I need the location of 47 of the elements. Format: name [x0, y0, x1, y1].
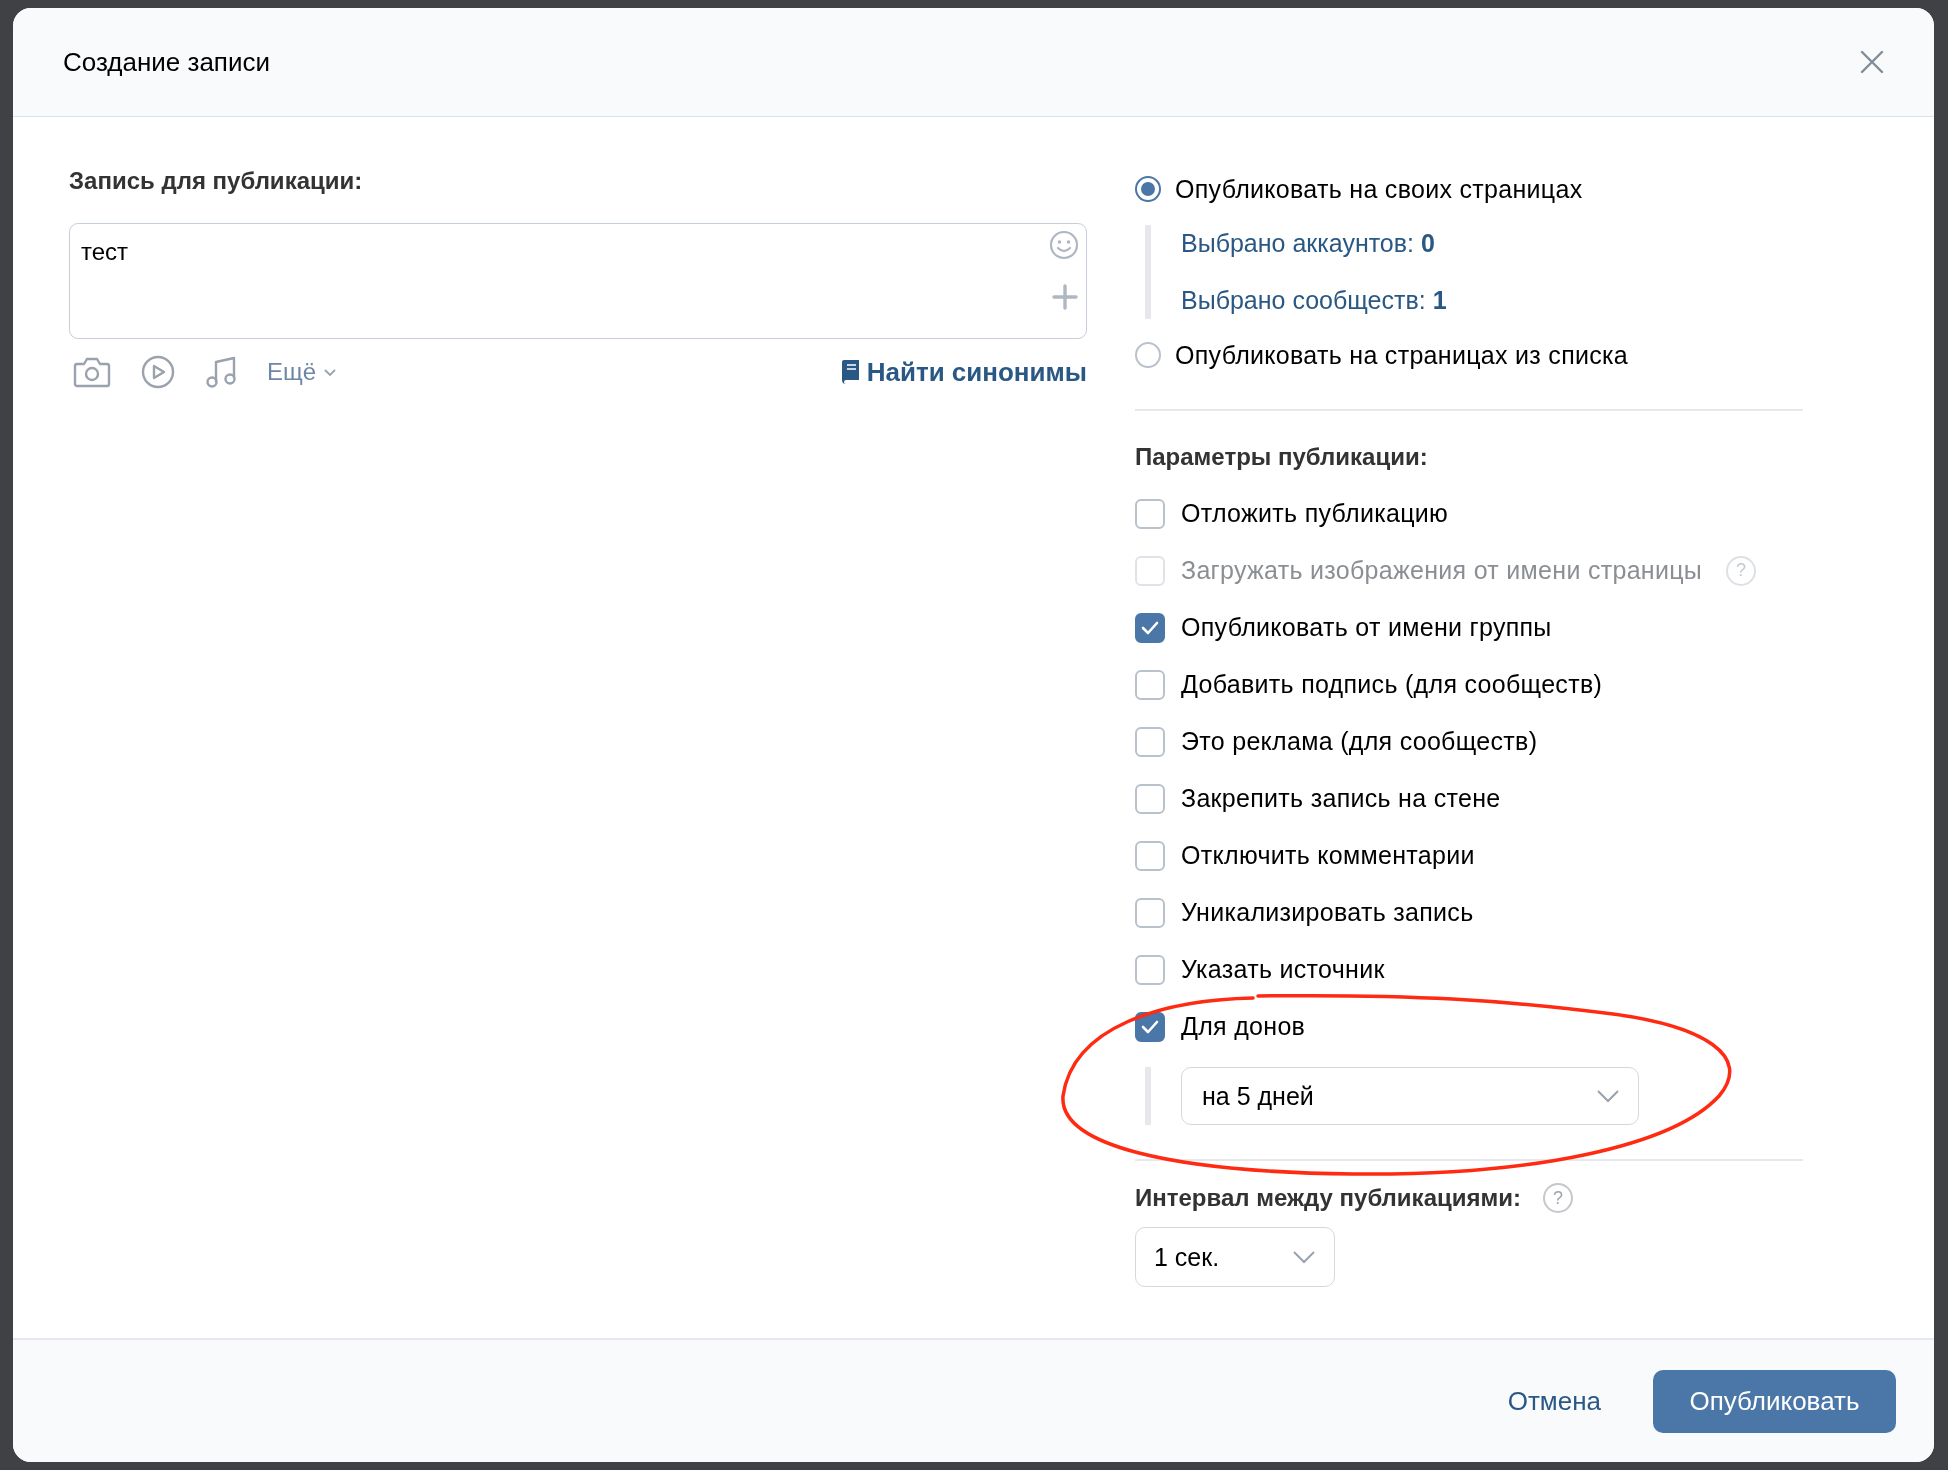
chevron-down-icon [1292, 1250, 1316, 1264]
checkbox[interactable] [1135, 669, 1165, 700]
checkbox-label[interactable]: Это реклама (для сообществ) [1181, 727, 1538, 756]
checkbox-label[interactable]: Уникализировать запись [1181, 898, 1474, 927]
checkmark-icon [1141, 1019, 1159, 1034]
camera-icon[interactable] [73, 356, 111, 388]
chevron-down-icon [1596, 1089, 1620, 1103]
checkbox[interactable] [1135, 783, 1165, 814]
music-note-icon[interactable] [205, 355, 237, 389]
donor-period-dropdown[interactable]: на 5 дней [1181, 1067, 1639, 1125]
radio-button[interactable] [1135, 176, 1161, 202]
radio-button[interactable] [1135, 342, 1161, 368]
smiley-icon[interactable] [1049, 230, 1079, 260]
checkbox-label[interactable]: Добавить подпись (для сообществ) [1181, 670, 1603, 699]
find-synonyms-link[interactable]: Найти синонимы [866, 356, 1087, 388]
checkbox[interactable] [1135, 612, 1165, 643]
book-icon [840, 359, 861, 385]
options-heading: Параметры публикации: [1135, 443, 1429, 471]
checkmark-icon [1141, 620, 1159, 635]
checkbox[interactable] [1135, 1011, 1165, 1042]
checkbox-label[interactable]: Опубликовать от имени группы [1181, 613, 1552, 642]
checkbox[interactable] [1135, 726, 1165, 757]
interval-dropdown[interactable]: 1 сек. [1135, 1227, 1335, 1287]
post-text-field[interactable]: тест [69, 223, 1087, 339]
dialog-title: Создание записи [63, 46, 270, 78]
post-label: Запись для публикации: [69, 167, 364, 195]
checkbox[interactable] [1135, 840, 1165, 871]
selected-count-link[interactable]: Выбрано аккаунтов: 0 [1181, 229, 1803, 258]
checkbox-label[interactable]: Закрепить запись на стене [1181, 784, 1501, 813]
checkbox[interactable] [1135, 954, 1165, 985]
plus-icon[interactable] [1052, 284, 1078, 310]
publish-button[interactable]: Опубликовать [1653, 1369, 1896, 1433]
more-dropdown[interactable]: Ещё [267, 358, 338, 386]
checkbox[interactable] [1135, 897, 1165, 928]
interval-label: Интервал между публикациями: [1135, 1184, 1521, 1212]
checkbox-label[interactable]: Отложить публикацию [1181, 499, 1449, 528]
close-icon[interactable] [1860, 50, 1884, 74]
selected-count-link[interactable]: Выбрано сообществ: 1 [1181, 286, 1803, 315]
checkbox-label[interactable]: Отключить комментарии [1181, 841, 1475, 870]
radio-label[interactable]: Опубликовать на страницах из списка [1175, 340, 1629, 370]
checkbox-label[interactable]: Для донов [1181, 1012, 1306, 1041]
play-icon[interactable] [141, 355, 175, 389]
cancel-button[interactable]: Отмена [1507, 1385, 1601, 1417]
checkbox-label[interactable]: Указать источник [1181, 955, 1385, 984]
checkbox[interactable] [1135, 498, 1165, 529]
chevron-down-icon [323, 367, 338, 377]
radio-label[interactable]: Опубликовать на своих страницах [1175, 174, 1583, 204]
